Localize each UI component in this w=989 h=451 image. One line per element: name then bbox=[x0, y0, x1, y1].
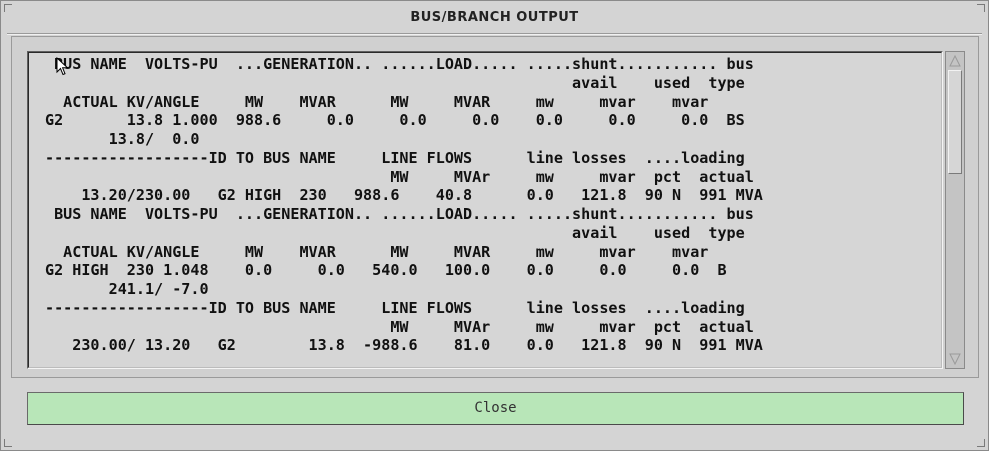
report-text-area[interactable]: BUS NAME VOLTS-PU ...GENERATION.. ......… bbox=[27, 51, 943, 369]
report-line: ACTUAL KV/ANGLE MW MVAR MW MVAR mw mvar … bbox=[45, 92, 709, 111]
report-line: avail used type bbox=[45, 73, 745, 92]
report-line: ------------------ID TO BUS NAME LINE FL… bbox=[45, 148, 745, 167]
scroll-up-arrow-icon[interactable] bbox=[948, 54, 962, 68]
report-line: MW MVAr mw mvar pct actual bbox=[45, 317, 754, 336]
report-line: G2 13.8 1.000 988.6 0.0 0.0 0.0 0.0 0.0 … bbox=[45, 111, 745, 130]
report-line: 13.8/ 0.0 bbox=[45, 130, 200, 148]
bus-branch-output-window: BUS/BRANCH OUTPUT BUS NAME VOLTS-PU ...G… bbox=[0, 0, 989, 451]
close-button[interactable]: Close bbox=[27, 392, 964, 425]
report-line: MW MVAr mw mvar pct actual bbox=[45, 167, 754, 186]
window-title[interactable]: BUS/BRANCH OUTPUT bbox=[7, 5, 982, 31]
report-line: BUS NAME VOLTS-PU ...GENERATION.. ......… bbox=[45, 205, 754, 223]
scrollbar-thumb[interactable] bbox=[948, 70, 962, 174]
report-text: BUS NAME VOLTS-PU ...GENERATION.. ......… bbox=[45, 55, 763, 355]
report-line: BUS NAME VOLTS-PU ...GENERATION.. ......… bbox=[45, 55, 754, 73]
mouse-pointer-icon bbox=[56, 57, 69, 76]
window-resize-corner-bottom-left[interactable] bbox=[4, 439, 12, 447]
window-resize-corner-bottom-right[interactable] bbox=[977, 439, 985, 447]
report-line: G2 HIGH 230 1.048 0.0 0.0 540.0 100.0 0.… bbox=[45, 261, 727, 280]
report-line: avail used type bbox=[45, 223, 745, 242]
report-line: 230.00/ 13.20 G2 13.8 -988.6 81.0 0.0 12… bbox=[45, 336, 763, 355]
report-line: 241.1/ -7.0 bbox=[45, 280, 209, 298]
vertical-scrollbar[interactable] bbox=[945, 51, 965, 369]
report-line: 13.20/230.00 G2 HIGH 230 988.6 40.8 0.0 … bbox=[45, 186, 763, 205]
scroll-down-arrow-icon[interactable] bbox=[948, 352, 962, 366]
title-separator bbox=[7, 33, 982, 35]
report-line: ACTUAL KV/ANGLE MW MVAR MW MVAR mw mvar … bbox=[45, 242, 709, 261]
report-line: ------------------ID TO BUS NAME LINE FL… bbox=[45, 298, 745, 317]
